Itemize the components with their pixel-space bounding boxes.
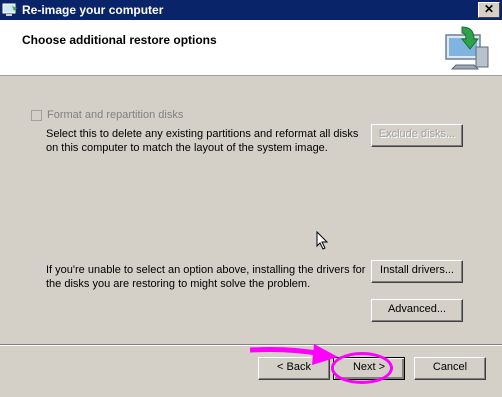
window-title: Re-image your computer [22, 3, 164, 17]
advanced-button[interactable]: Advanced... [371, 299, 463, 322]
exclude-disks-button[interactable]: Exclude disks... [371, 124, 463, 147]
window-app-icon [2, 3, 17, 16]
close-button[interactable]: ✕ [478, 2, 500, 18]
annotation-circle [331, 352, 393, 384]
cancel-button[interactable]: Cancel [414, 357, 486, 380]
mouse-cursor-icon [316, 231, 329, 250]
wizard-header: Choose additional restore options [0, 20, 502, 76]
computer-restore-icon [445, 26, 489, 70]
drivers-hint-text: If you're unable to select an option abo… [46, 264, 366, 290]
format-disks-label: Format and repartition disks [47, 109, 184, 121]
format-disks-checkbox[interactable] [31, 110, 42, 121]
page-title: Choose additional restore options [22, 33, 217, 47]
title-bar: Re-image your computer ✕ [0, 0, 502, 20]
format-disks-description: Select this to delete any existing parti… [46, 128, 359, 154]
annotation-arrow [250, 344, 338, 365]
install-drivers-button[interactable]: Install drivers... [371, 260, 463, 283]
